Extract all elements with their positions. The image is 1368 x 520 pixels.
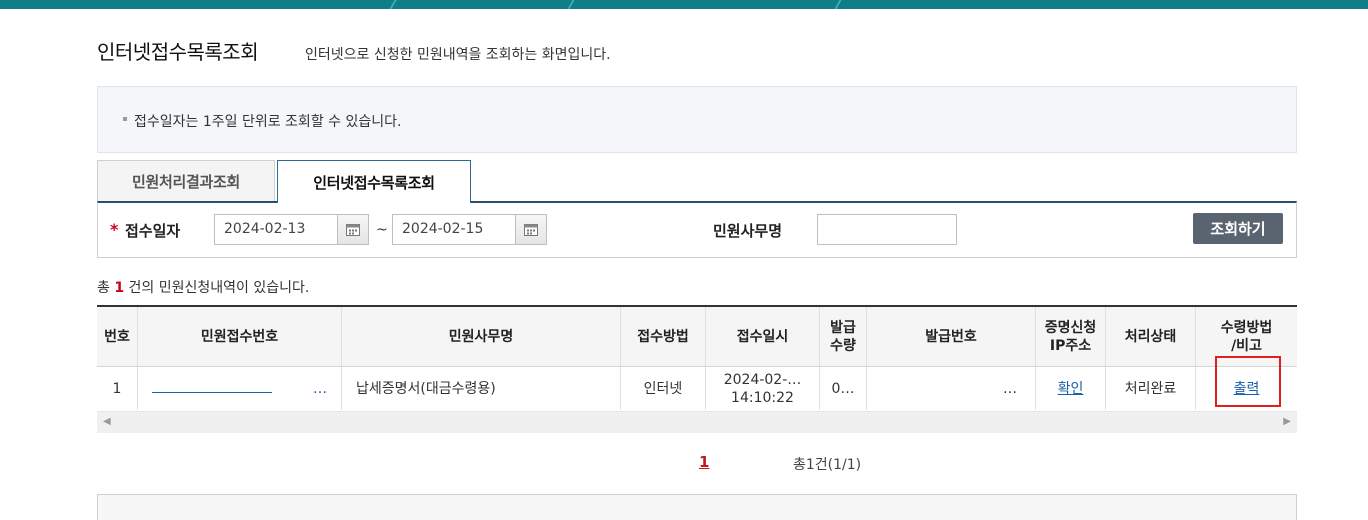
required-mark: * xyxy=(110,220,119,239)
topbar-divider xyxy=(834,0,842,9)
receipt-number-overflow: … xyxy=(313,380,327,397)
column-header: 증명신청 IP주소 xyxy=(1036,307,1106,366)
topbar-divider xyxy=(567,0,575,9)
result-table: 번호 민원접수번호 민원사무명 접수방법 접수일시 발급 수량 발급번호 증명신… xyxy=(97,305,1297,410)
tab-result-inquiry[interactable]: 민원처리결과조회 xyxy=(97,160,275,202)
count-prefix: 총 xyxy=(97,280,110,296)
column-header: 민원접수번호 xyxy=(138,307,342,366)
column-header: 처리상태 xyxy=(1106,307,1196,366)
count-suffix: 건의 민원신청내역이 있습니다. xyxy=(128,280,310,296)
receipt-date-cell: 2024-02-… 14:10:22 xyxy=(706,367,820,410)
page-number-current[interactable]: 1 xyxy=(699,453,709,471)
scroll-left-icon[interactable]: ◀ xyxy=(103,416,111,427)
status-cell: 처리완료 xyxy=(1106,367,1196,410)
bottom-panel xyxy=(97,494,1297,520)
receipt-time: 14:10:22 xyxy=(731,389,794,406)
calendar-icon[interactable] xyxy=(337,214,369,245)
issue-quantity-cell: 0… xyxy=(820,367,867,410)
ip-address-cell: 확인 xyxy=(1036,367,1106,410)
table-header-row: 번호 민원접수번호 민원사무명 접수방법 접수일시 발급 수량 발급번호 증명신… xyxy=(97,307,1297,367)
result-count: 총 1 건의 민원신청내역이 있습니다. xyxy=(97,277,309,297)
page-description: 인터넷으로 신청한 민원내역을 조회하는 화면입니다. xyxy=(305,47,611,63)
scroll-right-icon[interactable]: ▶ xyxy=(1283,416,1291,427)
receipt-number-link[interactable] xyxy=(152,384,272,393)
column-header: 민원사무명 xyxy=(342,307,621,366)
horizontal-scrollbar[interactable]: ◀ ▶ xyxy=(97,411,1297,433)
office-label: 민원사무명 xyxy=(713,222,783,240)
top-bar xyxy=(0,0,1368,9)
notice-box: 접수일자는 1주일 단위로 조회할 수 있습니다. xyxy=(97,86,1297,153)
ip-confirm-link[interactable]: 확인 xyxy=(1058,380,1084,398)
start-date-input[interactable]: 2024-02-13 xyxy=(214,214,338,245)
column-header: 발급번호 xyxy=(867,307,1036,366)
row-number: 1 xyxy=(97,367,138,410)
office-name-input[interactable] xyxy=(817,214,957,245)
office-name-cell: 납세증명서(대금수령용) xyxy=(342,367,621,410)
receipt-number-cell: … xyxy=(138,367,342,410)
page-title: 인터넷접수목록조회 xyxy=(97,40,259,64)
issue-number-cell: … xyxy=(867,367,1036,410)
column-header: 접수일시 xyxy=(706,307,820,366)
page-total: 총1건(1/1) xyxy=(793,457,862,473)
date-label: 접수일자 xyxy=(125,222,181,240)
receipt-date: 2024-02-… xyxy=(723,371,802,388)
search-button[interactable]: 조회하기 xyxy=(1193,213,1283,244)
count-number: 1 xyxy=(114,280,125,296)
bullet-icon xyxy=(123,117,127,121)
end-date-input[interactable]: 2024-02-15 xyxy=(392,214,516,245)
highlight-box xyxy=(1215,356,1281,407)
receipt-method-cell: 인터넷 xyxy=(621,367,706,410)
column-header: 접수방법 xyxy=(621,307,706,366)
column-header: 번호 xyxy=(97,307,138,366)
tab-internet-receipt-list[interactable]: 인터넷접수목록조회 xyxy=(277,160,471,203)
search-form: * 접수일자 2024-02-13 ~ 2024-02-15 민원사무명 조회하… xyxy=(97,201,1297,258)
notice-text: 접수일자는 1주일 단위로 조회할 수 있습니다. xyxy=(134,114,402,130)
calendar-icon[interactable] xyxy=(515,214,547,245)
topbar-divider xyxy=(389,0,397,9)
column-header: 발급 수량 xyxy=(820,307,867,366)
table-row: 1 … 납세증명서(대금수령용) 인터넷 2024-02-… 14:10:22 … xyxy=(97,367,1297,410)
date-range-separator: ~ xyxy=(376,222,388,238)
